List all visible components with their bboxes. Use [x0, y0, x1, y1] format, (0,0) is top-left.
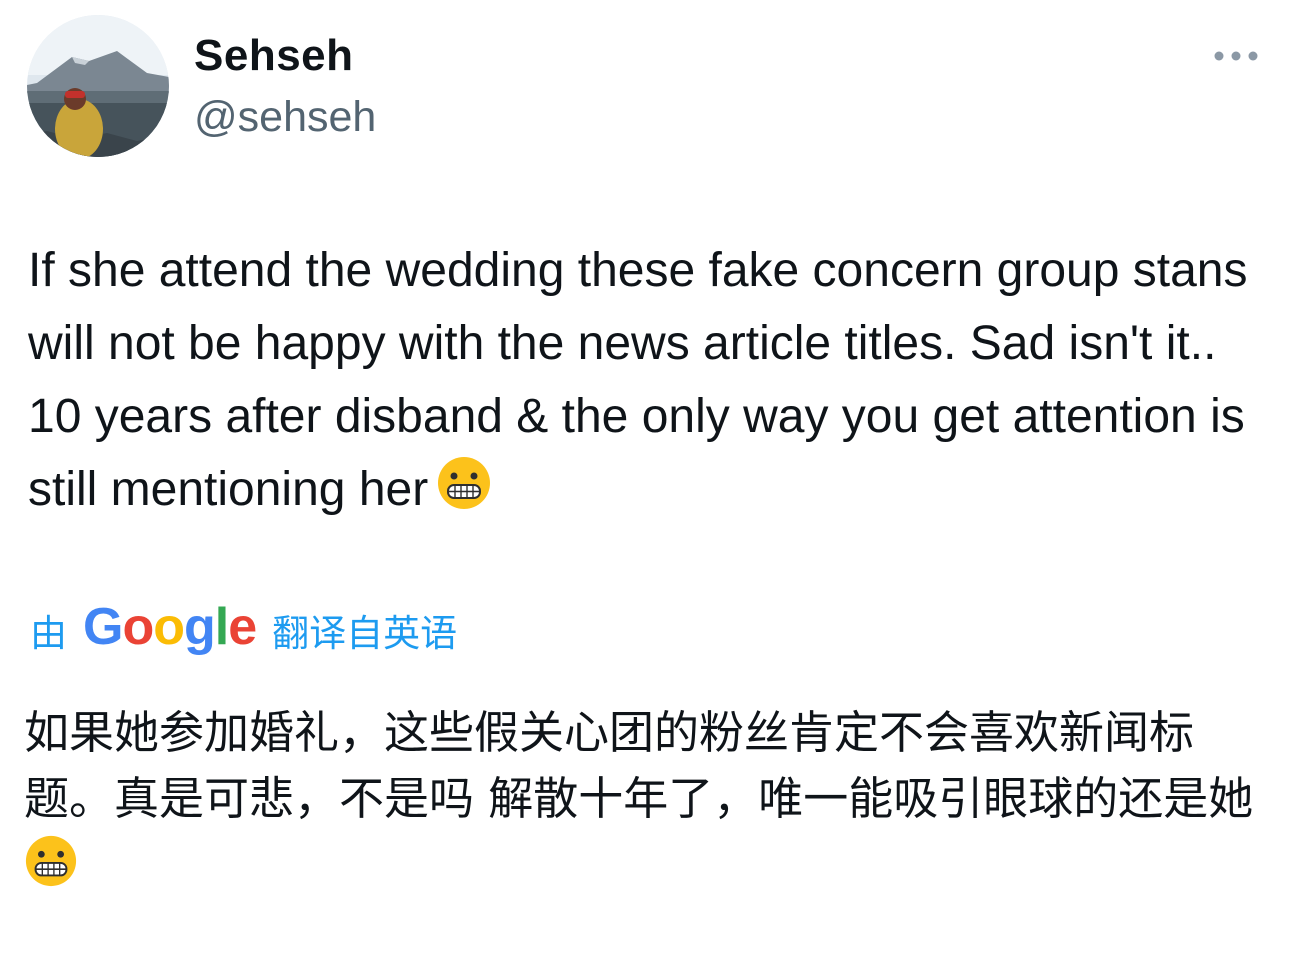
tweet-body: If she attend the wedding these fake con… — [28, 234, 1268, 532]
author-handle[interactable]: @sehseh — [194, 92, 376, 142]
more-horizontal-icon — [1214, 51, 1258, 61]
translate-suffix: 翻译自英语 — [272, 612, 458, 655]
translated-by-google-link[interactable]: 由 Google 翻译自英语 — [30, 598, 458, 660]
tweet-text: If she attend the wedding these fake con… — [28, 244, 1248, 516]
grimacing-face-emoji-translated — [24, 834, 78, 906]
translated-body: 如果她参加婚礼，这些假关心团的粉丝肯定不会喜欢新闻标题。真是可悲，不是吗 解散十… — [24, 700, 1264, 906]
grimacing-face-emoji — [436, 455, 492, 532]
translated-text: 如果她参加婚礼，这些假关心团的粉丝肯定不会喜欢新闻标题。真是可悲，不是吗 解散十… — [24, 706, 1254, 825]
author-display-name[interactable]: Sehseh — [194, 30, 354, 82]
avatar[interactable] — [27, 15, 169, 157]
translate-prefix: 由 — [30, 612, 67, 655]
google-logo: Google — [83, 598, 257, 656]
more-options-button[interactable] — [1208, 38, 1264, 74]
avatar-image — [27, 15, 169, 157]
